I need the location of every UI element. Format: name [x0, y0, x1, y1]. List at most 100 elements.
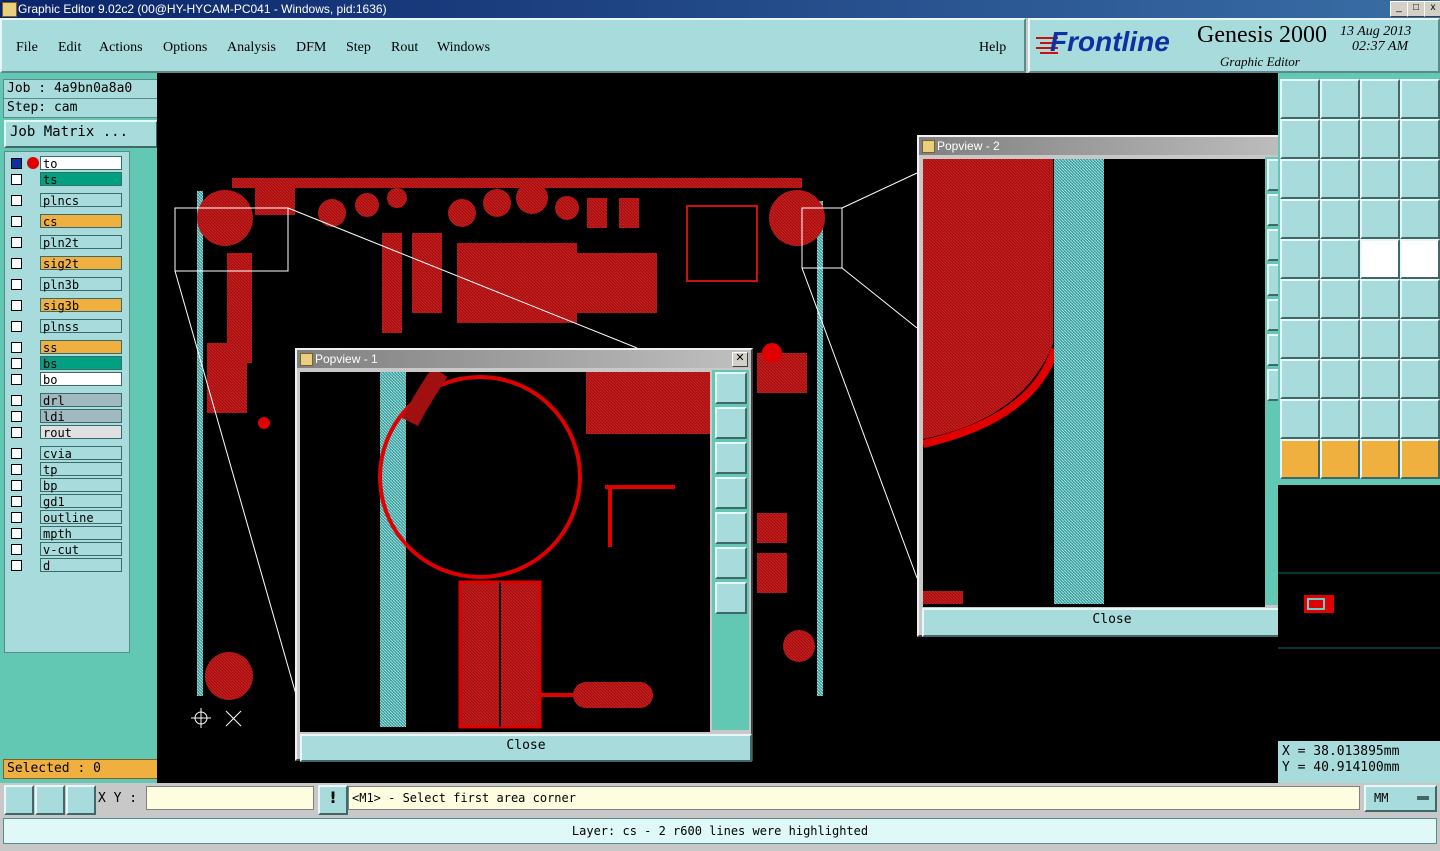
layer-row-tp[interactable]: tp	[7, 462, 125, 477]
measure-mode-icon[interactable]	[35, 785, 65, 815]
menu-analysis[interactable]: Analysis	[227, 40, 276, 56]
shapes-icon[interactable]	[1400, 359, 1440, 399]
draw-line-icon[interactable]	[1320, 239, 1360, 279]
layer-row-d[interactable]: d	[7, 558, 125, 573]
layer-row-v-cut[interactable]: v-cut	[7, 542, 125, 557]
connect-net-icon[interactable]	[1400, 279, 1440, 319]
layer-checkbox[interactable]	[11, 279, 22, 290]
delete-icon[interactable]	[1280, 279, 1320, 319]
layer-row-bs[interactable]: bs	[7, 356, 125, 371]
layer-checkbox[interactable]	[11, 395, 22, 406]
layer-checkbox[interactable]	[11, 464, 22, 475]
help-icon[interactable]	[1400, 159, 1440, 199]
menu-rout[interactable]: Rout	[391, 40, 418, 56]
layer-checkbox[interactable]	[11, 195, 22, 206]
grid-view-icon[interactable]	[1320, 199, 1360, 239]
pv1-pan-right-icon[interactable]	[715, 512, 747, 544]
home-icon[interactable]	[1360, 79, 1400, 119]
alert-icon[interactable]: !	[318, 785, 348, 815]
popview-2-canvas[interactable]	[923, 159, 1265, 607]
layer-checkbox[interactable]	[11, 480, 22, 491]
scale-1-2-icon[interactable]	[1360, 159, 1400, 199]
grid-mode-icon[interactable]	[66, 785, 96, 815]
align-icon[interactable]	[1360, 359, 1400, 399]
triangle-icon[interactable]	[1320, 399, 1360, 439]
layer-compare-icon[interactable]	[1400, 199, 1440, 239]
layer-row-gd1[interactable]: gd1	[7, 494, 125, 509]
fit-icon[interactable]	[1360, 119, 1400, 159]
menu-file[interactable]: File	[16, 40, 38, 56]
pan-down-icon[interactable]	[1320, 79, 1360, 119]
layer-row-sig2t[interactable]: sig2t	[7, 256, 125, 271]
layer-row-rout[interactable]: rout	[7, 425, 125, 440]
cross-icon[interactable]	[1320, 279, 1360, 319]
move-icon[interactable]	[1280, 359, 1320, 399]
layer-checkbox[interactable]	[11, 374, 22, 385]
triangle-alt-icon[interactable]	[1360, 399, 1400, 439]
triangle-line-icon[interactable]	[1400, 399, 1440, 439]
layer-checkbox[interactable]	[11, 528, 22, 539]
profile-icon[interactable]	[1280, 239, 1320, 279]
layer-row-outline[interactable]: outline	[7, 510, 125, 525]
layer-row-mpth[interactable]: mpth	[7, 526, 125, 541]
grid-icon[interactable]	[1280, 199, 1320, 239]
layer-row-pln2t[interactable]: pln2t	[7, 235, 125, 250]
layer-checkbox[interactable]	[11, 427, 22, 438]
pad-icon[interactable]	[1400, 239, 1440, 279]
layer-checkbox[interactable]	[11, 342, 22, 353]
layer-checkbox[interactable]	[11, 216, 22, 227]
popview-2-close-button[interactable]: Close	[922, 608, 1302, 637]
pv1-zoom-out-icon[interactable]	[715, 582, 747, 614]
layer-checkbox[interactable]	[11, 321, 22, 332]
layer-row-ss[interactable]: ss	[7, 340, 125, 355]
layer-checkbox[interactable]	[11, 258, 22, 269]
popview-1-canvas[interactable]	[300, 372, 710, 732]
arc-icon[interactable]	[1360, 319, 1400, 359]
pv1-zoom-in-icon[interactable]	[715, 547, 747, 579]
pv1-pan-down-icon[interactable]	[715, 442, 747, 474]
layer-row-pln3b[interactable]: pln3b	[7, 277, 125, 292]
pan-right-icon[interactable]	[1320, 119, 1360, 159]
pv1-pan-up-icon[interactable]	[715, 407, 747, 439]
text-icon[interactable]	[1400, 319, 1440, 359]
layer-checkbox[interactable]	[11, 448, 22, 459]
layer-checkbox[interactable]	[11, 300, 22, 311]
layer-row-plnss[interactable]: plnss	[7, 319, 125, 334]
popview-1-close-button[interactable]: Close	[300, 734, 752, 762]
menu-windows[interactable]: Windows	[437, 40, 490, 56]
layer-row-sig3b[interactable]: sig3b	[7, 298, 125, 313]
split-view-icon[interactable]	[1400, 79, 1440, 119]
layer-row-ts[interactable]: ts	[7, 172, 125, 187]
pv1-pan-left-icon[interactable]	[715, 477, 747, 509]
layer-checkbox[interactable]	[11, 358, 22, 369]
connect-icon[interactable]	[1360, 279, 1400, 319]
pv1-zoom-home-icon[interactable]	[715, 372, 747, 404]
overview-map[interactable]	[1278, 485, 1440, 741]
menu-actions[interactable]: Actions	[99, 40, 143, 56]
menu-step[interactable]: Step	[346, 40, 371, 56]
menu-options[interactable]: Options	[163, 40, 207, 56]
popview-1-title-bar[interactable]: Popview - 1 ✕	[297, 350, 751, 368]
snap-mode-icon[interactable]	[4, 785, 34, 815]
minus-icon[interactable]	[1320, 359, 1360, 399]
zoom-box-icon[interactable]	[1280, 119, 1320, 159]
slash-icon[interactable]	[1320, 319, 1360, 359]
popview-1-close-x[interactable]: ✕	[732, 352, 748, 367]
layer-checkbox[interactable]	[11, 237, 22, 248]
zoom-home-icon[interactable]	[1280, 79, 1320, 119]
layer-row-to[interactable]: to	[7, 156, 125, 171]
xy-input[interactable]	[146, 786, 314, 810]
layer-row-cs[interactable]: cs	[7, 214, 125, 229]
snap-icon[interactable]	[1400, 119, 1440, 159]
menu-help[interactable]: Help	[979, 40, 1006, 56]
units-select[interactable]: MM	[1364, 785, 1437, 812]
layer-checkbox[interactable]	[11, 174, 22, 185]
ruler-icon[interactable]	[1360, 239, 1400, 279]
maximize-button[interactable]: □	[1407, 1, 1425, 17]
layer-row-drl[interactable]: drl	[7, 393, 125, 408]
layer-row-plncs[interactable]: plncs	[7, 193, 125, 208]
layer-row-bp[interactable]: bp	[7, 478, 125, 493]
layer-checkbox[interactable]	[11, 158, 22, 169]
popview-2-title-bar[interactable]: Popview - 2 ✕	[919, 137, 1301, 155]
layer-checkbox[interactable]	[11, 512, 22, 523]
